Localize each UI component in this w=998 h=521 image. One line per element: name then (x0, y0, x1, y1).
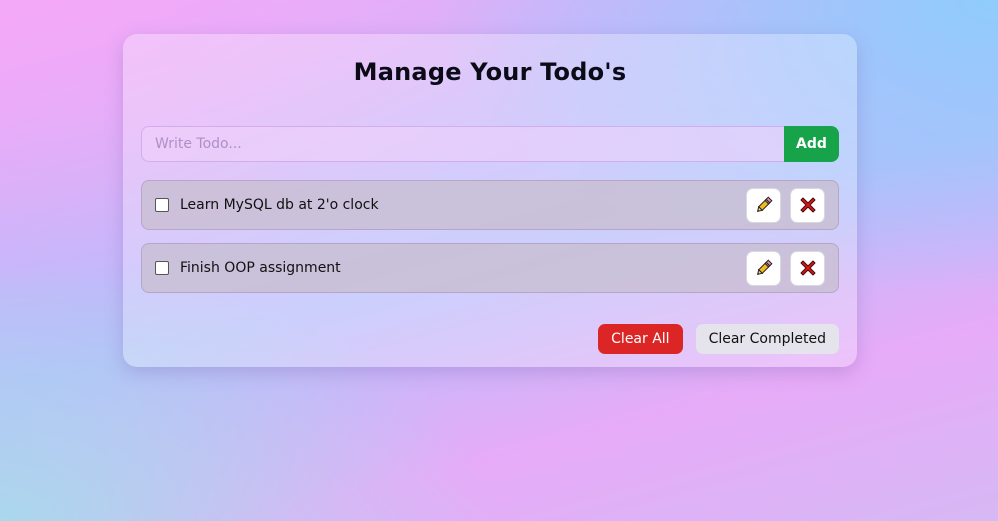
todo-input[interactable] (141, 126, 784, 162)
todo-item: Learn MySQL db at 2'o clock (141, 180, 839, 230)
todo-text: Finish OOP assignment (180, 260, 341, 276)
edit-button[interactable] (746, 250, 781, 286)
edit-button[interactable] (746, 187, 781, 223)
todo-input-row: Add (141, 126, 839, 162)
cross-mark-icon (800, 197, 815, 213)
add-button[interactable]: Add (784, 126, 839, 162)
clear-all-button[interactable]: Clear All (598, 324, 683, 354)
todo-checkbox[interactable] (155, 261, 169, 275)
page-title: Manage Your Todo's (353, 58, 627, 86)
cross-mark-icon (800, 260, 815, 276)
delete-button[interactable] (790, 250, 825, 286)
pencil-icon (756, 259, 772, 276)
pencil-icon (756, 196, 772, 213)
todo-text: Learn MySQL db at 2'o clock (180, 197, 379, 213)
todo-checkbox[interactable] (155, 198, 169, 212)
delete-button[interactable] (790, 187, 825, 223)
todo-item: Finish OOP assignment (141, 243, 839, 293)
footer-actions: Clear All Clear Completed (598, 324, 839, 354)
clear-completed-button[interactable]: Clear Completed (695, 324, 839, 354)
todo-card: Manage Your Todo's Add Learn MySQL db at… (123, 34, 857, 367)
